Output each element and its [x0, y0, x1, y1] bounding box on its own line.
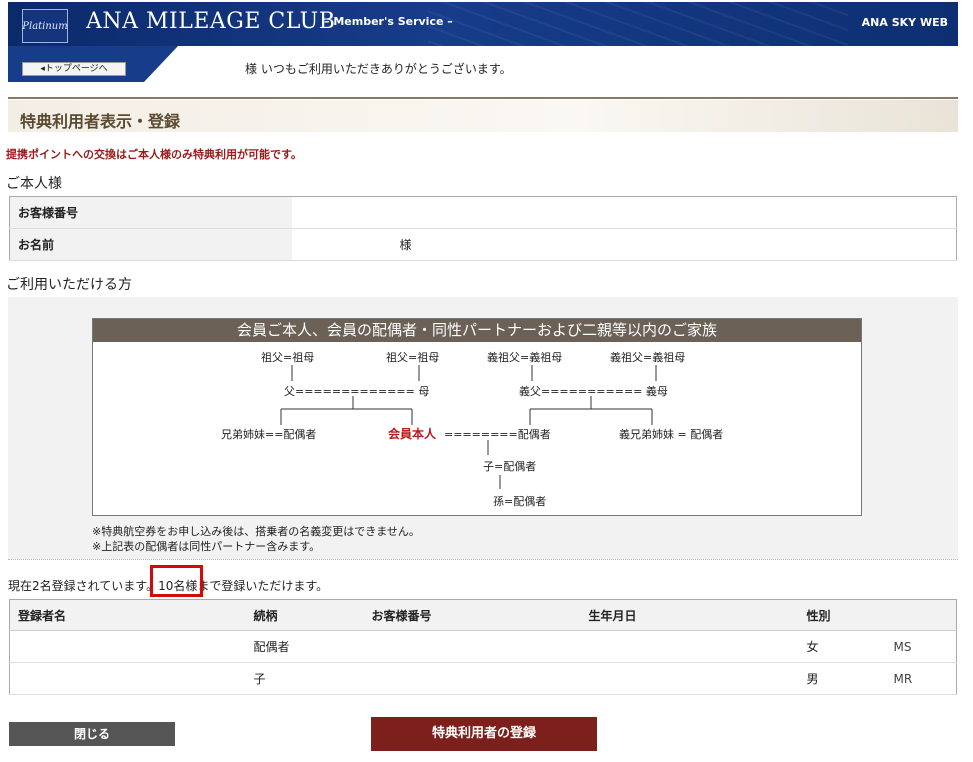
inlaw-grandparents-left: 義祖父=義祖母 [487, 351, 563, 364]
close-button[interactable]: 閉じる [9, 722, 175, 746]
customer-number-label: お客様番号 [9, 196, 292, 229]
page-title: 特典利用者表示・登録 [20, 112, 181, 131]
self-info-table: お客様番号 お名前 様 [9, 196, 957, 261]
diagram-lines [280, 365, 657, 489]
ana-sky-web-link[interactable]: ANA SKY WEB [862, 16, 948, 29]
grandchild: 孫=配偶者 [493, 495, 547, 508]
inlaw-grandparents-right: 義祖父=義祖母 [610, 351, 686, 364]
customer-number-value [291, 196, 957, 229]
inlaw-siblings: 義兄弟姉妹 = 配偶者 [619, 428, 724, 441]
cell-customer-number [371, 662, 589, 695]
family-diagram: 会員ご本人、会員の配偶者・同性パートナーおよび二親等以内のご家族 祖父=祖母 祖… [92, 318, 862, 516]
col-header-birthdate: 生年月日 [588, 599, 807, 631]
grandparents-right: 祖父=祖母 [386, 351, 440, 364]
table-row: 配偶者 女 MS [9, 630, 957, 663]
brand-title: ANA MILEAGE CLUB [86, 9, 336, 34]
cell-customer-number [371, 630, 589, 663]
col-header-title [893, 599, 957, 631]
inlaw-parents: 義父=========== 義母 [519, 385, 668, 398]
col-header-gender: 性別 [806, 599, 894, 631]
grandparents-left: 祖父=祖母 [261, 351, 315, 364]
registered-users-table: 登録者名 続柄 お客様番号 生年月日 性別 配偶者 女 MS 子 男 MR [9, 599, 957, 695]
name-value: 様 [291, 228, 957, 261]
self-heading: ご本人様 [6, 176, 62, 192]
cell-relation: 子 [253, 662, 372, 695]
section-divider [8, 97, 958, 99]
table-row: お客様番号 [9, 196, 957, 229]
table-row: 子 男 MR [9, 662, 957, 695]
platinum-logo: Platinum [22, 9, 68, 43]
col-header-customer-number: お客様番号 [371, 599, 589, 631]
cell-title: MS [893, 630, 957, 663]
member-spouse: ========配偶者 [444, 428, 551, 441]
member-self: 会員本人 [388, 427, 437, 441]
table-row: お名前 様 [9, 228, 957, 261]
greeting-text: 様 いつもご利用いただきありがとうございます。 [245, 62, 512, 76]
highlight-box [150, 565, 203, 597]
cell-gender: 男 [806, 662, 894, 695]
parents: 父============= 母 [284, 385, 430, 398]
top-page-button[interactable]: ◂トップページへ [22, 62, 126, 76]
register-user-button[interactable]: 特典利用者の登録 [371, 717, 597, 751]
cell-birthdate [588, 630, 807, 663]
eligible-users-heading: ご利用いただける方 [6, 277, 132, 293]
brand-subtitle: – Member's Service – [324, 15, 453, 28]
cell-relation: 配偶者 [253, 630, 372, 663]
siblings: 兄弟姉妹==配偶者 [221, 428, 317, 441]
cell-gender: 女 [806, 630, 894, 663]
col-header-name: 登録者名 [9, 599, 254, 631]
col-header-relation: 続柄 [253, 599, 372, 631]
cell-title: MR [893, 662, 957, 695]
table-header-row: 登録者名 続柄 お客様番号 生年月日 性別 [9, 599, 957, 631]
cell-birthdate [588, 662, 807, 695]
child: 子=配偶者 [483, 460, 537, 473]
exchange-notice: 提携ポイントへの交換はご本人様のみ特典利用が可能です。 [6, 148, 302, 161]
name-label: お名前 [9, 228, 292, 261]
diagram-note-2: ※上記表の配偶者は同性パートナー含みます。 [92, 540, 321, 553]
site-header: Platinum ANA MILEAGE CLUB – Member's Ser… [8, 2, 958, 46]
cell-name [9, 630, 254, 663]
diagram-note-1: ※特典航空券をお申し込み後は、搭乗者の名義変更はできません。 [92, 525, 420, 538]
cell-name [9, 662, 254, 695]
